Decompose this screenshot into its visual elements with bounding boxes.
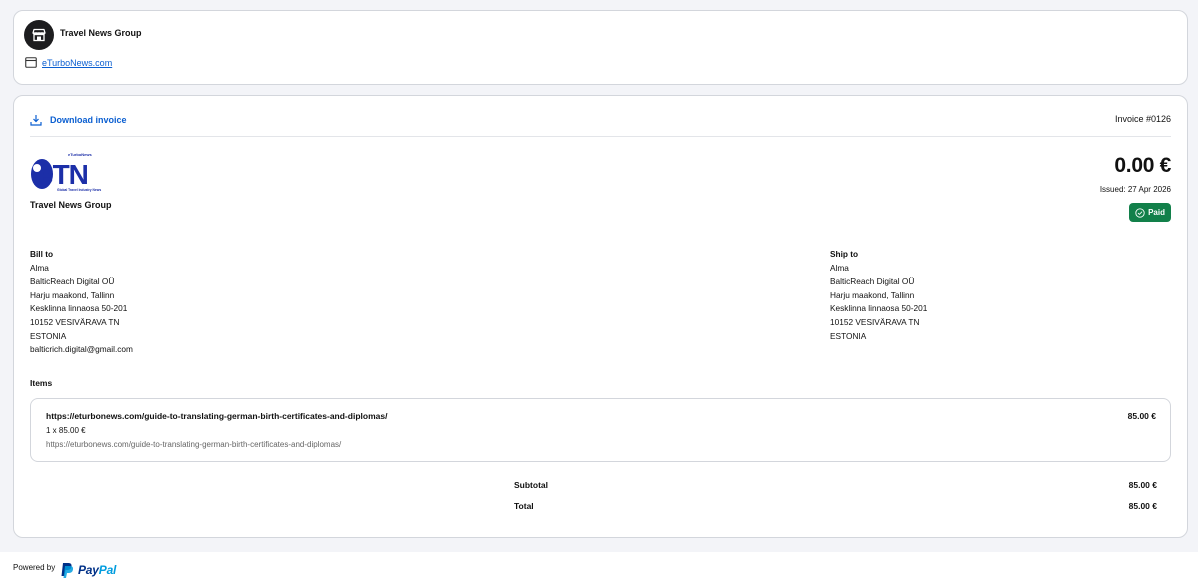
store-icon	[32, 28, 46, 42]
website-link[interactable]: eTurboNews.com	[42, 58, 112, 68]
total-value: 85.00 €	[1128, 501, 1157, 511]
ship-to-heading: Ship to	[830, 249, 859, 259]
subtotal-value: 85.00 €	[1128, 480, 1157, 490]
bill-to-line: BalticReach Digital OÜ	[30, 276, 115, 287]
company-name: Travel News Group	[30, 200, 112, 210]
ship-to-line: ESTONIA	[830, 330, 867, 341]
logo-text: eTN	[38, 159, 88, 190]
invoice-amount: 0.00 €	[1114, 154, 1171, 177]
invoice-card: Download invoice Invoice #0126 eTurboNew…	[13, 95, 1188, 538]
website-row: eTurboNews.com	[25, 57, 112, 68]
ship-to-line: 10152 VESIVÄRAVA TN	[830, 316, 920, 327]
paypal-logo-icon	[61, 563, 74, 578]
footer: Powered by PayPal	[0, 552, 1198, 588]
item-quantity: 1 x 85.00 €	[46, 426, 86, 435]
ship-to-line: Alma	[830, 262, 849, 273]
items-heading: Items	[30, 378, 53, 388]
bill-to-line: Alma	[30, 262, 49, 273]
ship-to-line: Harju maakond, Tallinn	[830, 289, 915, 300]
logo-tagline: Global Travel Industry News	[57, 188, 101, 192]
bill-to-block: Bill to Alma BalticReach Digital OÜ Harj…	[30, 248, 133, 357]
item-title: https://eturbonews.com/guide-to-translat…	[46, 411, 388, 421]
merchant-card: Travel News Group eTurboNews.com	[13, 10, 1188, 85]
store-avatar	[24, 20, 54, 50]
browser-window-icon	[25, 57, 37, 68]
download-invoice-button[interactable]: Download invoice	[30, 114, 127, 126]
paypal-pal: Pal	[98, 563, 117, 577]
ship-to-block: Ship to Alma BalticReach Digital OÜ Harj…	[830, 248, 927, 343]
ship-to-line: Kesklinna linnaosa 50-201	[830, 303, 928, 314]
item-description: https://eturbonews.com/guide-to-translat…	[46, 440, 342, 449]
check-circle-icon	[1135, 207, 1145, 218]
paypal-wordmark: PayPal	[78, 563, 116, 577]
invoice-number: Invoice #0126	[1114, 114, 1171, 124]
bill-to-line: Harju maakond, Tallinn	[30, 289, 115, 300]
status-label: Paid	[1148, 208, 1165, 217]
status-badge: Paid	[1129, 203, 1171, 222]
bill-to-heading: Bill to	[30, 249, 54, 259]
ship-to-line: BalticReach Digital OÜ	[830, 276, 915, 287]
logo-top-text: eTurboNews	[68, 152, 92, 157]
powered-by-label: Powered by	[13, 563, 56, 572]
bill-to-line: 10152 VESIVÄRAVA TN	[30, 316, 120, 327]
subtotal-label: Subtotal	[514, 480, 548, 490]
header-divider	[30, 136, 1171, 137]
issued-date: Issued: 27 Apr 2026	[1099, 185, 1171, 194]
bill-to-line: ESTONIA	[30, 330, 67, 341]
download-invoice-label: Download invoice	[50, 115, 127, 125]
merchant-name: Travel News Group	[60, 28, 142, 38]
total-label: Total	[514, 501, 534, 511]
item-price: 85.00 €	[1127, 411, 1156, 421]
download-icon	[30, 115, 42, 126]
paypal-pay: Pay	[78, 563, 99, 577]
etn-logo: eTurboNews eTN Global Travel Industry Ne…	[31, 152, 101, 192]
list-item: https://eturbonews.com/guide-to-translat…	[30, 398, 1171, 462]
bill-to-email: balticrich.digital@gmail.com	[30, 344, 133, 355]
bill-to-line: Kesklinna linnaosa 50-201	[30, 303, 128, 314]
